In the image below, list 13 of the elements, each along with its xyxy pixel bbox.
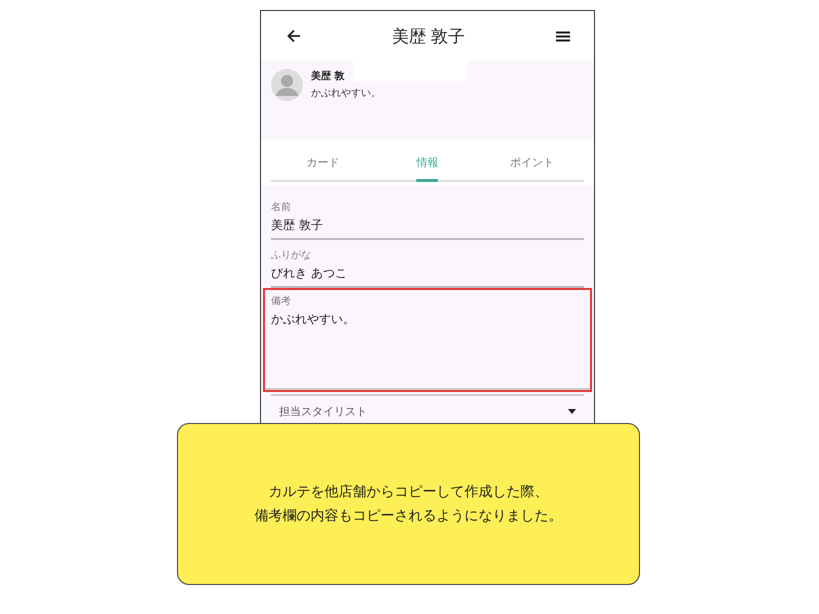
back-arrow-icon[interactable] xyxy=(287,29,301,43)
menu-icon[interactable] xyxy=(556,30,570,42)
screen-title: 美歴 敦子 xyxy=(392,26,466,48)
tab[interactable]: カード xyxy=(271,149,376,180)
text-field[interactable]: 備考 かぶれやすい。 xyxy=(265,290,590,390)
text-field[interactable]: 名前 美歴 敦子 xyxy=(271,194,584,240)
tab[interactable]: ポイント xyxy=(480,149,584,180)
avatar-icon xyxy=(271,69,303,101)
customer-name: 美歴 敦 xyxy=(311,69,346,83)
dropdown-caret-icon xyxy=(568,409,576,414)
text-field[interactable]: ふりがな びれき あつこ xyxy=(271,242,584,288)
customer-note: かぶれやすい。 xyxy=(311,87,381,100)
tooltip-text: カルテを他店舗からコピーして作成した際、 備考欄の内容もコピーされるようになりました。 xyxy=(254,482,562,526)
